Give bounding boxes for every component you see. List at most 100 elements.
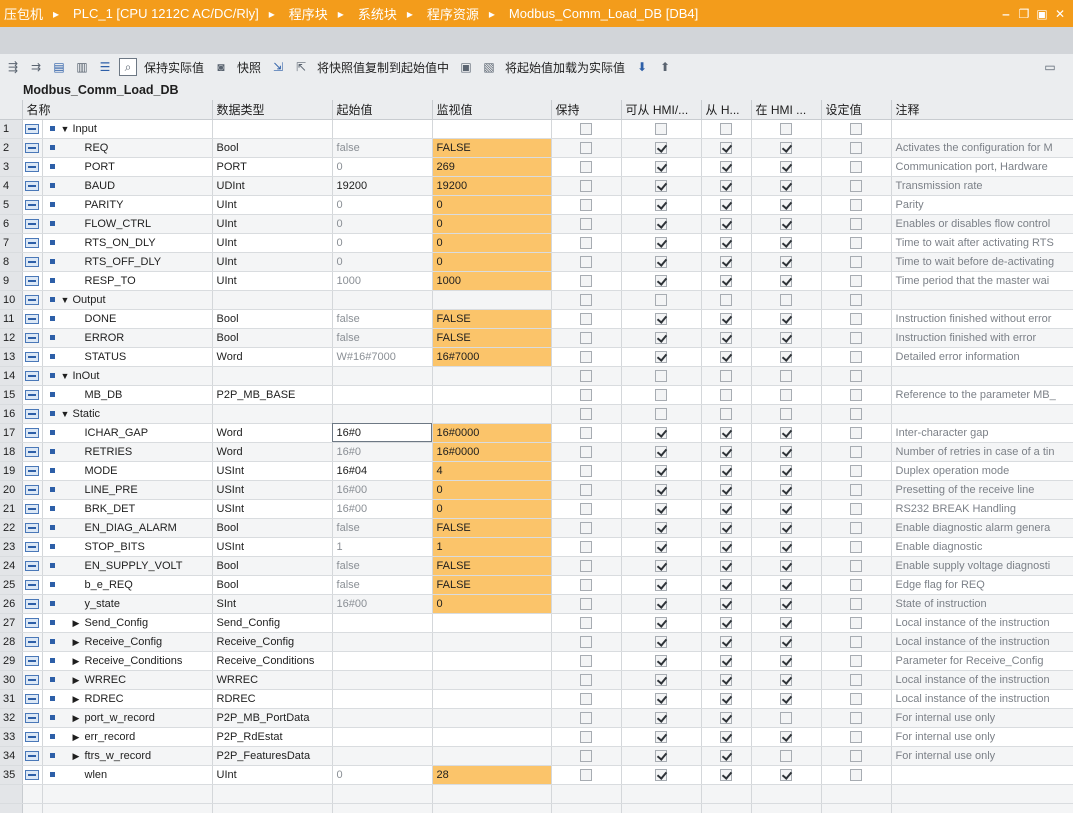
- data-type-cell[interactable]: SInt: [212, 594, 333, 614]
- data-type-cell[interactable]: PORT: [212, 157, 333, 177]
- hmi-write-checkbox[interactable]: [720, 293, 733, 306]
- collapse-triangle-icon[interactable]: ▼: [61, 371, 73, 381]
- hmi-write-checkbox[interactable]: [720, 711, 733, 724]
- monitor-value-cell[interactable]: FALSE: [432, 328, 552, 348]
- expand-icon[interactable]: ▤: [50, 58, 68, 76]
- setpoint-checkbox[interactable]: [850, 407, 863, 420]
- monitor-value-cell[interactable]: [432, 632, 552, 652]
- setpoint-checkbox[interactable]: [850, 540, 863, 553]
- hmi-access-checkbox[interactable]: [655, 331, 668, 344]
- insert-row-icon[interactable]: ⇶: [4, 58, 22, 76]
- name-cell[interactable]: ▶ port_w_record: [42, 708, 213, 728]
- monitor-value-cell[interactable]: 269: [432, 157, 552, 177]
- start-value-cell[interactable]: [332, 385, 433, 405]
- comment-cell[interactable]: Parity: [891, 195, 1073, 215]
- data-type-cell[interactable]: Bool: [212, 575, 333, 595]
- start-value-cell[interactable]: W#16#7000: [332, 347, 433, 367]
- start-value-cell[interactable]: 1000: [332, 271, 433, 291]
- retain-checkbox[interactable]: [580, 122, 593, 135]
- table-row[interactable]: 28 ▶ Receive_Config Receive_Config Local ins…: [0, 632, 1073, 652]
- retain-checkbox[interactable]: [580, 616, 593, 629]
- table-row[interactable]: 10 ▼ Output: [0, 290, 1073, 310]
- monitor-value-cell[interactable]: [432, 746, 552, 766]
- name-cell[interactable]: REQ: [42, 138, 213, 158]
- hmi-visible-checkbox[interactable]: [780, 445, 793, 458]
- hmi-visible-checkbox[interactable]: [780, 217, 793, 230]
- setpoint-checkbox[interactable]: [850, 597, 863, 610]
- monitor-value-cell[interactable]: 0: [432, 594, 552, 614]
- comment-cell[interactable]: Local instance of the instruction: [891, 670, 1073, 690]
- monitor-value-cell[interactable]: 16#0000: [432, 423, 552, 443]
- start-value-cell[interactable]: 16#0: [332, 423, 433, 443]
- hmi-visible-checkbox[interactable]: [780, 521, 793, 534]
- monitor-value-cell[interactable]: 1: [432, 537, 552, 557]
- start-value-cell[interactable]: false: [332, 518, 433, 538]
- comment-cell[interactable]: Enable supply voltage diagnosti: [891, 556, 1073, 576]
- hmi-access-checkbox[interactable]: [655, 540, 668, 553]
- table-row[interactable]: 16 ▼ Static: [0, 404, 1073, 424]
- hmi-write-checkbox[interactable]: [720, 274, 733, 287]
- retain-checkbox[interactable]: [580, 141, 593, 154]
- retain-checkbox[interactable]: [580, 578, 593, 591]
- hmi-access-checkbox[interactable]: [655, 730, 668, 743]
- setpoint-checkbox[interactable]: [850, 521, 863, 534]
- breadcrumb-item[interactable]: Modbus_Comm_Load_DB [DB4]: [505, 6, 698, 21]
- hmi-visible-checkbox[interactable]: [780, 407, 793, 420]
- setpoint-checkbox[interactable]: [850, 426, 863, 439]
- data-type-cell[interactable]: USInt: [212, 537, 333, 557]
- retain-checkbox[interactable]: [580, 445, 593, 458]
- hmi-write-checkbox[interactable]: [720, 540, 733, 553]
- header-setpoint[interactable]: 设定值: [821, 100, 892, 120]
- data-type-cell[interactable]: Bool: [212, 328, 333, 348]
- data-type-cell[interactable]: RDREC: [212, 689, 333, 709]
- hmi-access-checkbox[interactable]: [655, 635, 668, 648]
- comment-cell[interactable]: Presetting of the receive line: [891, 480, 1073, 500]
- retain-checkbox[interactable]: [580, 692, 593, 705]
- start-value-cell[interactable]: [332, 404, 433, 424]
- hmi-access-checkbox[interactable]: [655, 236, 668, 249]
- expand-triangle-icon[interactable]: ▶: [73, 694, 85, 705]
- retain-checkbox[interactable]: [580, 350, 593, 363]
- retain-checkbox[interactable]: [580, 255, 593, 268]
- data-type-cell[interactable]: [212, 290, 333, 310]
- table-row[interactable]: 33 ▶ err_record P2P_RdEstat For internal use…: [0, 727, 1073, 747]
- setpoint-checkbox[interactable]: [850, 122, 863, 135]
- monitor-value-cell[interactable]: [432, 727, 552, 747]
- name-cell[interactable]: BRK_DET: [42, 499, 213, 519]
- start-value-cell[interactable]: 19200: [332, 176, 433, 196]
- monitor-value-cell[interactable]: 16#7000: [432, 347, 552, 367]
- table-row[interactable]: 14 ▼ InOut: [0, 366, 1073, 386]
- hmi-write-checkbox[interactable]: [720, 198, 733, 211]
- copy-snapshot-icon[interactable]: ⇲: [269, 58, 287, 76]
- keep-actual-label[interactable]: 保持实际值: [144, 59, 204, 76]
- setpoint-checkbox[interactable]: [850, 445, 863, 458]
- name-cell[interactable]: FLOW_CTRL: [42, 214, 213, 234]
- retain-checkbox[interactable]: [580, 407, 593, 420]
- data-type-cell[interactable]: USInt: [212, 499, 333, 519]
- setpoint-checkbox[interactable]: [850, 483, 863, 496]
- setpoint-checkbox[interactable]: [850, 559, 863, 572]
- setpoint-checkbox[interactable]: [850, 350, 863, 363]
- start-value-cell[interactable]: [332, 119, 433, 139]
- hmi-visible-checkbox[interactable]: [780, 426, 793, 439]
- comment-cell[interactable]: Enable diagnostic alarm genera: [891, 518, 1073, 538]
- retain-checkbox[interactable]: [580, 464, 593, 477]
- comment-cell[interactable]: For internal use only: [891, 708, 1073, 728]
- header-hmi-visible[interactable]: 在 HMI ...: [751, 100, 822, 120]
- monitor-value-cell[interactable]: 19200: [432, 176, 552, 196]
- hmi-access-checkbox[interactable]: [655, 312, 668, 325]
- retain-checkbox[interactable]: [580, 654, 593, 667]
- comment-cell[interactable]: Local instance of the instruction: [891, 689, 1073, 709]
- hmi-visible-checkbox[interactable]: [780, 749, 793, 762]
- hmi-access-checkbox[interactable]: [655, 388, 668, 401]
- hmi-access-checkbox[interactable]: [655, 502, 668, 515]
- hmi-write-checkbox[interactable]: [720, 483, 733, 496]
- start-value-cell[interactable]: [332, 290, 433, 310]
- name-cell[interactable]: ▶ Receive_Config: [42, 632, 213, 652]
- comment-cell[interactable]: Activates the configuration for M: [891, 138, 1073, 158]
- hmi-access-checkbox[interactable]: [655, 141, 668, 154]
- hmi-access-checkbox[interactable]: [655, 559, 668, 572]
- table-row[interactable]: 1 ▼ Input: [0, 119, 1073, 139]
- setpoint-checkbox[interactable]: [850, 616, 863, 629]
- snapshot-icon[interactable]: ◙: [212, 58, 230, 76]
